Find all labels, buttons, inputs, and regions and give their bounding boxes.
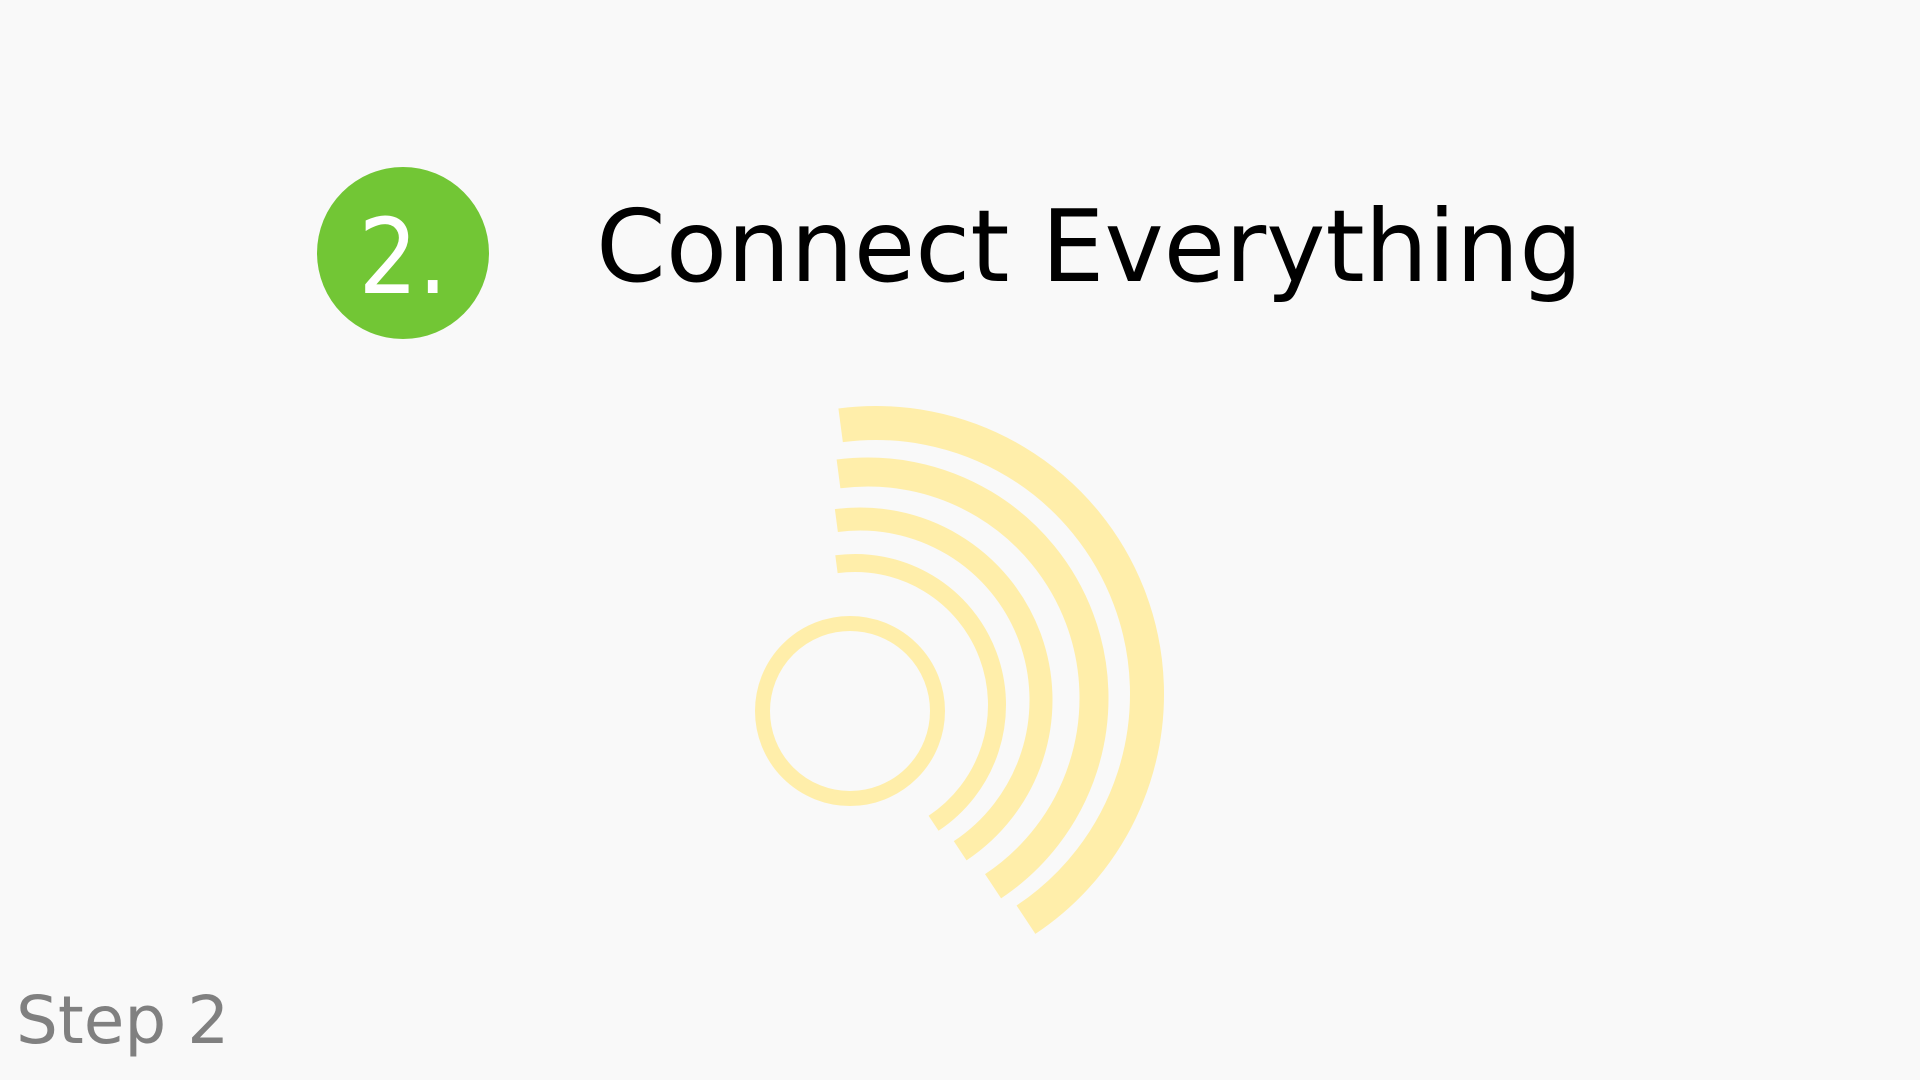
signal-broadcast-icon bbox=[755, 406, 1164, 934]
broadcast-wave-3 bbox=[836, 457, 1109, 899]
footer-step-label: Step 2 bbox=[16, 982, 230, 1059]
broadcast-source-circle bbox=[755, 616, 945, 806]
broadcast-wave-1 bbox=[835, 554, 1006, 831]
